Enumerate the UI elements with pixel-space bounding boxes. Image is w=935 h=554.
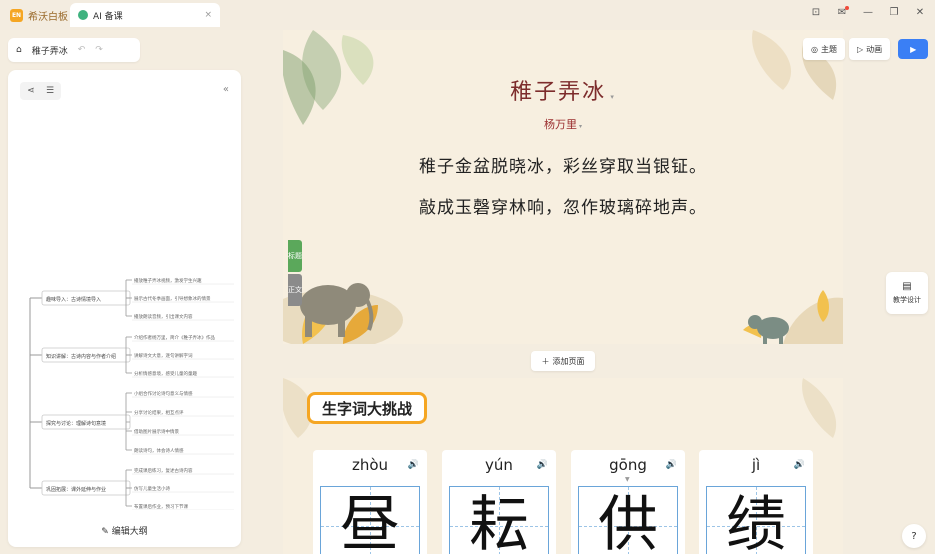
theme-button[interactable]: ◎ 主题 <box>803 38 845 60</box>
vocab-card[interactable]: zhòu 🔊 昼 <box>313 450 427 554</box>
app-logo: EN 希沃白板 <box>0 8 68 23</box>
app-name: 希沃白板 <box>28 11 68 23</box>
tab-label: AI 备课 <box>93 11 123 22</box>
close-tab-icon[interactable]: × <box>204 10 212 20</box>
breadcrumb: ⌂ 稚子弄冰 ↶ ↷ <box>8 38 140 62</box>
play-button[interactable]: ▶ <box>898 39 929 59</box>
slide-toolbar: ◎ 主题 ▷ 动画 ▶ <box>803 38 929 60</box>
dropdown-caret-icon: ▾ <box>606 93 616 101</box>
help-button[interactable]: ? <box>902 524 926 548</box>
side-tab-title[interactable]: 标题 <box>288 240 302 272</box>
speaker-icon[interactable]: 🔊 <box>537 460 548 470</box>
vocab-card[interactable]: gōng 🔊 ▼ 供 <box>571 450 685 554</box>
redo-icon[interactable]: ↷ <box>95 45 103 55</box>
teaching-design-button[interactable]: ▤ 教学设计 <box>886 272 928 314</box>
poem-line-2[interactable]: 敲成玉磬穿林响，忽作玻璃碎地声。 <box>283 193 843 218</box>
add-page-label: 添加页面 <box>552 356 585 366</box>
poem-title-text: 稚子弄冰 <box>510 80 607 105</box>
mindmap-leaf-label: 分析情感意境，感受儿童的童趣 <box>134 370 197 377</box>
dropdown-caret-icon: ▼ <box>625 476 630 483</box>
mindmap-branch-label: 知识讲解：古诗内容与作者介绍 <box>46 353 116 360</box>
tianzige-grid: 供 <box>578 486 678 554</box>
close-window-button[interactable]: ✕ <box>913 7 927 18</box>
home-icon[interactable]: ⌂ <box>16 45 22 55</box>
mindmap-leaf-label: 仿写儿童生活小诗 <box>134 485 170 492</box>
speaker-icon[interactable]: 🔊 <box>408 460 419 470</box>
mindmap-leaf-label: 朗读诗句，体会诗人情感 <box>134 447 184 454</box>
poem-title[interactable]: 稚子弄冰 ▾ <box>283 74 843 106</box>
restore-button[interactable]: ❐ <box>887 7 901 18</box>
hanzi-character: 昼 <box>340 490 400 554</box>
tianzige-grid: 昼 <box>320 486 420 554</box>
plus-icon: ＋ <box>541 356 550 366</box>
hanzi-character: 绩 <box>726 490 786 554</box>
hanzi-character: 耘 <box>469 490 529 554</box>
side-tab-body[interactable]: 正文 <box>288 274 302 306</box>
teaching-design-label: 教学设计 <box>893 296 921 304</box>
vocab-card[interactable]: jì 🔊 绩 <box>699 450 813 554</box>
feedback-icon[interactable]: ⊡ <box>809 7 823 18</box>
mindmap-leaf-label: 完成课后练习，复述古诗内容 <box>134 467 193 474</box>
theme-label: 主题 <box>820 44 837 54</box>
app-badge: EN <box>10 8 23 22</box>
document-title[interactable]: 稚子弄冰 <box>32 44 68 57</box>
slide-vocabulary[interactable]: 生字词大挑战 zhòu 🔊 昼 yún 🔊 耘 gōng 🔊 ▼ 供 jì 🔊 绩 <box>283 378 843 554</box>
speaker-icon[interactable]: 🔊 <box>666 460 677 470</box>
undo-icon[interactable]: ↶ <box>78 45 86 55</box>
animation-icon: ▷ <box>856 44 864 54</box>
document-icon: ▤ <box>902 281 912 292</box>
vocab-card[interactable]: yún 🔊 耘 <box>442 450 556 554</box>
message-icon[interactable]: ✉ <box>835 6 849 18</box>
mindmap-leaf-label: 播放稚子弄冰视频，激发学生兴趣 <box>134 277 202 284</box>
mindmap-branch-label: 探究与讨论：理解诗句意境 <box>46 420 106 427</box>
speaker-icon[interactable]: 🔊 <box>794 460 805 470</box>
mindmap-leaf-label: 借助图片展示诗中情景 <box>134 428 179 435</box>
mindmap-leaf-label: 分享讨论结果，相互点评 <box>134 409 184 416</box>
tab-ai-lesson[interactable]: AI 备课 × <box>70 3 220 27</box>
outline-sidebar: ⋖ ☰ « 趣味导入：古诗情境导入 播放稚子弄冰视频，激发学生兴趣 展示古代冬季画面… <box>8 70 241 547</box>
hanzi-character: 供 <box>598 490 658 554</box>
palette-icon: ◎ <box>811 44 818 54</box>
poem-author-text: 杨万里 <box>544 118 578 131</box>
tianzige-grid: 绩 <box>706 486 806 554</box>
edit-outline-label: 编辑大纲 <box>111 527 148 537</box>
pencil-icon: ✎ <box>101 527 112 537</box>
mindmap-leaf-label: 介绍作者杨万里，简介《稚子弄冰》作品 <box>134 334 215 341</box>
vocabulary-heading[interactable]: 生字词大挑战 <box>307 392 428 424</box>
poem-line-1[interactable]: 稚子金盆脱晓冰，彩丝穿取当银钲。 <box>283 152 843 177</box>
tianzige-grid: 耘 <box>449 486 549 554</box>
edit-outline-button[interactable]: ✎ 编辑大纲 <box>8 524 241 537</box>
mindmap-branch-label: 趣味导入：古诗情境导入 <box>46 296 101 303</box>
mindmap-branch-label: 巩固拓展：课外延伸与作业 <box>46 486 106 493</box>
mindmap-leaf-label: 讲解诗文大意，逐句讲解字词 <box>134 352 193 359</box>
slide-poem[interactable]: 稚子弄冰 ▾ 杨万里 ▾ 稚子金盆脱晓冰，彩丝穿取当银钲。 敲成玉磬穿林响，忽作… <box>283 30 843 344</box>
ai-tab-icon <box>78 10 88 20</box>
animation-label: 动画 <box>866 44 883 54</box>
window-controls: ⊡ ✉ — ❐ ✕ <box>809 6 927 18</box>
title-bar: EN 希沃白板 AI 备课 × ⊡ ✉ — ❐ ✕ <box>0 0 935 30</box>
mindmap-leaf-label: 小组合作讨论诗句意义与情感 <box>134 390 193 397</box>
poem-author[interactable]: 杨万里 ▾ <box>283 116 843 132</box>
mindmap-leaf-label: 展示古代冬季画面，引导想象冰的情景 <box>134 295 211 302</box>
mindmap-leaf-label: 播放朗读音频，引出课文内容 <box>134 313 193 320</box>
dropdown-caret-icon: ▾ <box>577 123 582 130</box>
animation-button[interactable]: ▷ 动画 <box>848 38 891 60</box>
add-page-button[interactable]: ＋添加页面 <box>531 351 595 371</box>
outline-mindmap: 趣味导入：古诗情境导入 播放稚子弄冰视频，激发学生兴趣展示古代冬季画面，引导想象冰… <box>29 277 234 510</box>
minimize-button[interactable]: — <box>861 7 875 18</box>
mindmap-leaf-label: 布置课后作业，预习下节课 <box>134 503 188 510</box>
